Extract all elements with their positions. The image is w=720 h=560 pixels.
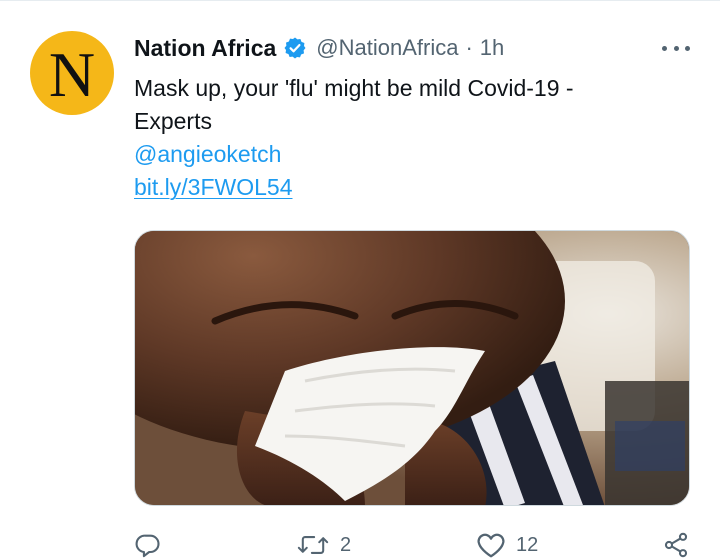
display-name[interactable]: Nation Africa <box>134 35 276 62</box>
tweet[interactable]: N Nation Africa @NationAfrica · 1h Mask … <box>0 0 720 560</box>
photo-illustration <box>135 231 689 505</box>
more-dot <box>685 45 690 51</box>
author-handle[interactable]: @NationAfrica <box>316 35 458 61</box>
short-url-link[interactable]: bit.ly/3FWOL54 <box>134 171 654 204</box>
tweet-text: Mask up, your 'flu' might be mild Covid-… <box>134 72 654 204</box>
reply-icon <box>135 534 160 558</box>
like-count: 12 <box>516 533 539 556</box>
more-options-icon[interactable] <box>662 38 690 58</box>
mention-link[interactable]: @angieoketch <box>134 138 654 171</box>
retweet-icon <box>297 536 329 554</box>
avatar[interactable]: N <box>30 31 114 115</box>
reply-button[interactable] <box>134 530 172 560</box>
share-icon <box>664 532 688 558</box>
tweet-text-line-2: Experts <box>134 108 212 134</box>
tweet-timestamp[interactable]: 1h <box>480 35 504 61</box>
tweet-header: Nation Africa @NationAfrica · 1h <box>134 32 504 64</box>
retweet-button[interactable]: 2 <box>296 530 351 560</box>
like-button[interactable]: 12 <box>476 530 538 560</box>
tweet-actions: 2 12 <box>134 530 690 560</box>
more-dot <box>662 45 667 51</box>
verified-badge-icon <box>284 37 306 59</box>
avatar-letter: N <box>48 39 96 110</box>
header-separator: · <box>465 35 473 60</box>
heart-icon <box>477 533 505 558</box>
background-screen <box>615 421 685 471</box>
tweet-text-line-1: Mask up, your 'flu' might be mild Covid-… <box>134 75 574 101</box>
retweet-count: 2 <box>340 533 352 556</box>
tweet-media-photo[interactable] <box>134 230 690 506</box>
share-button[interactable] <box>662 530 690 560</box>
more-dot <box>673 45 679 51</box>
